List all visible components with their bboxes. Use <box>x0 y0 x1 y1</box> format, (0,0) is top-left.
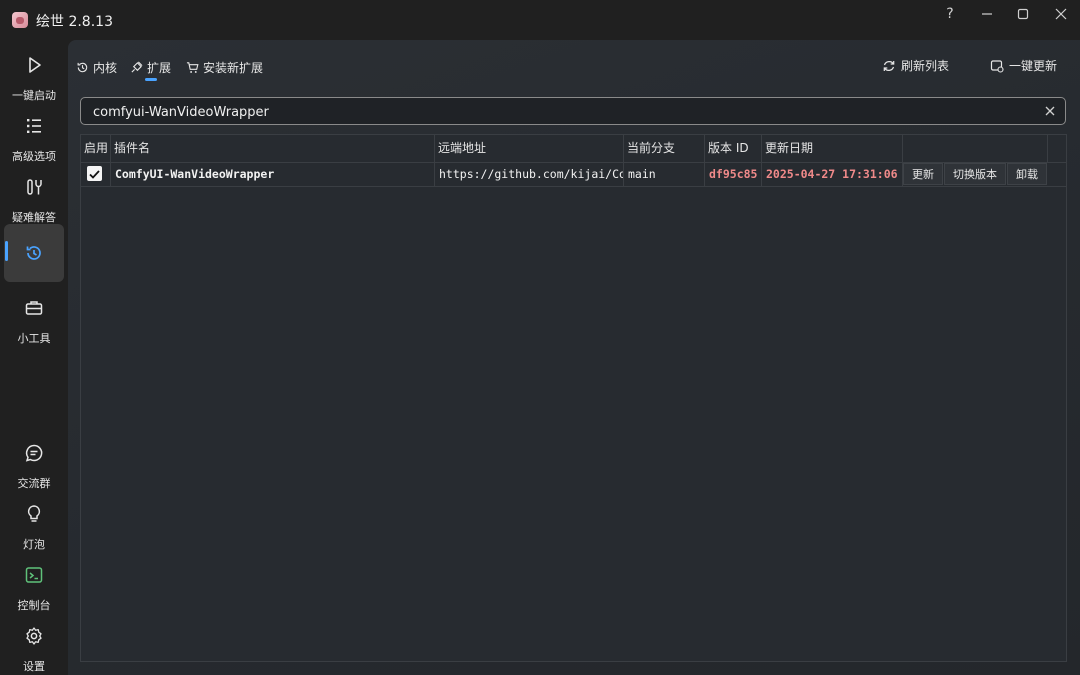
sidebar-item-community[interactable]: 交流群 <box>4 433 64 491</box>
play-icon <box>29 57 41 73</box>
close-button[interactable] <box>1046 4 1076 24</box>
title-bar: 绘世 2.8.13 ? <box>0 0 1080 40</box>
update-icon <box>990 59 1004 73</box>
sidebar-item-console[interactable]: 控制台 <box>4 555 64 613</box>
uninstall-button[interactable]: 卸载 <box>1007 163 1047 185</box>
checkmark-icon <box>89 170 100 179</box>
list-icon <box>27 119 41 133</box>
col-plugin-name: 插件名 <box>111 135 435 162</box>
table-row: ComfyUI-WanVideoWrapper https://github.c… <box>81 162 1066 187</box>
tab-extensions[interactable]: 扩展 <box>130 57 171 77</box>
wrench-icon <box>27 179 42 195</box>
branch-cell: main <box>624 162 705 186</box>
search-input[interactable] <box>91 101 1025 123</box>
enabled-cell <box>81 162 111 186</box>
close-icon <box>1055 8 1067 20</box>
minimize-icon <box>982 13 992 15</box>
chat-icon <box>25 444 43 462</box>
cart-icon <box>186 61 199 73</box>
tab-active-indicator <box>145 78 157 81</box>
maximize-icon <box>1017 8 1029 20</box>
history-icon <box>26 246 41 260</box>
minimize-button[interactable] <box>972 4 1002 24</box>
sidebar-item-bulb[interactable]: 灯泡 <box>4 494 64 552</box>
main-panel: 内核 扩展 安装新扩展 刷新列表 一键更新 comfyui-WanVideoWr… <box>68 40 1080 675</box>
col-branch: 当前分支 <box>624 135 705 162</box>
update-all-button[interactable]: 一键更新 <box>990 57 1057 74</box>
refresh-list-button[interactable]: 刷新列表 <box>882 57 949 74</box>
sidebar-item-launch[interactable]: 一键启动 <box>4 45 64 103</box>
col-remote-url: 远端地址 <box>435 135 624 162</box>
maximize-button[interactable] <box>1008 4 1038 24</box>
actions-cell: 更新 切换版本 卸载 <box>903 162 1048 186</box>
sidebar-item-advanced[interactable]: 高级选项 <box>4 106 64 164</box>
app-logo-icon <box>12 12 28 28</box>
tab-core[interactable]: 内核 <box>76 57 117 77</box>
plugin-name-cell: ComfyUI-WanVideoWrapper <box>111 162 435 186</box>
col-update-date: 更新日期 <box>762 135 903 162</box>
window-title: 绘世 2.8.13 <box>36 14 113 30</box>
active-indicator <box>5 241 8 261</box>
clear-search-icon[interactable] <box>1043 104 1057 118</box>
col-version-id: 版本 ID <box>705 135 762 162</box>
sidebar-item-tools[interactable]: 小工具 <box>4 288 64 346</box>
version-id-cell: df95c85 <box>705 162 762 186</box>
search-box <box>80 97 1066 125</box>
refresh-icon <box>883 60 895 71</box>
remote-url-cell[interactable]: https://github.com/kijai/ComfyUI-WanVide… <box>435 162 624 186</box>
update-button[interactable]: 更新 <box>903 163 943 185</box>
update-date-cell: 2025-04-27 17:31:06 <box>762 162 903 186</box>
sidebar: 一键启动 高级选项 疑难解答 小工具 交流群 灯泡 控制台 设置 <box>0 40 68 675</box>
enabled-checkbox[interactable] <box>87 166 102 181</box>
table-header: 启用 插件名 远端地址 当前分支 版本 ID 更新日期 <box>81 135 1066 163</box>
tab-bar: 内核 扩展 安装新扩展 刷新列表 一键更新 <box>68 40 1080 90</box>
plug-icon <box>131 61 143 73</box>
tab-install-new[interactable]: 安装新扩展 <box>186 57 263 77</box>
sidebar-item-settings[interactable]: 设置 <box>4 616 64 674</box>
sidebar-item-troubleshoot[interactable]: 疑难解答 <box>4 167 64 225</box>
gear-icon <box>26 627 42 645</box>
col-enabled: 启用 <box>81 135 111 162</box>
history-icon <box>77 62 88 72</box>
toolbox-icon <box>25 301 43 315</box>
col-actions <box>903 135 1048 162</box>
switch-version-button[interactable]: 切换版本 <box>944 163 1006 185</box>
bulb-icon <box>27 505 41 522</box>
help-button[interactable]: ? <box>935 4 965 24</box>
extensions-table: 启用 插件名 远端地址 当前分支 版本 ID 更新日期 ComfyUI-WanV… <box>80 134 1067 662</box>
sidebar-item-version[interactable] <box>4 224 64 282</box>
terminal-icon <box>25 567 43 583</box>
